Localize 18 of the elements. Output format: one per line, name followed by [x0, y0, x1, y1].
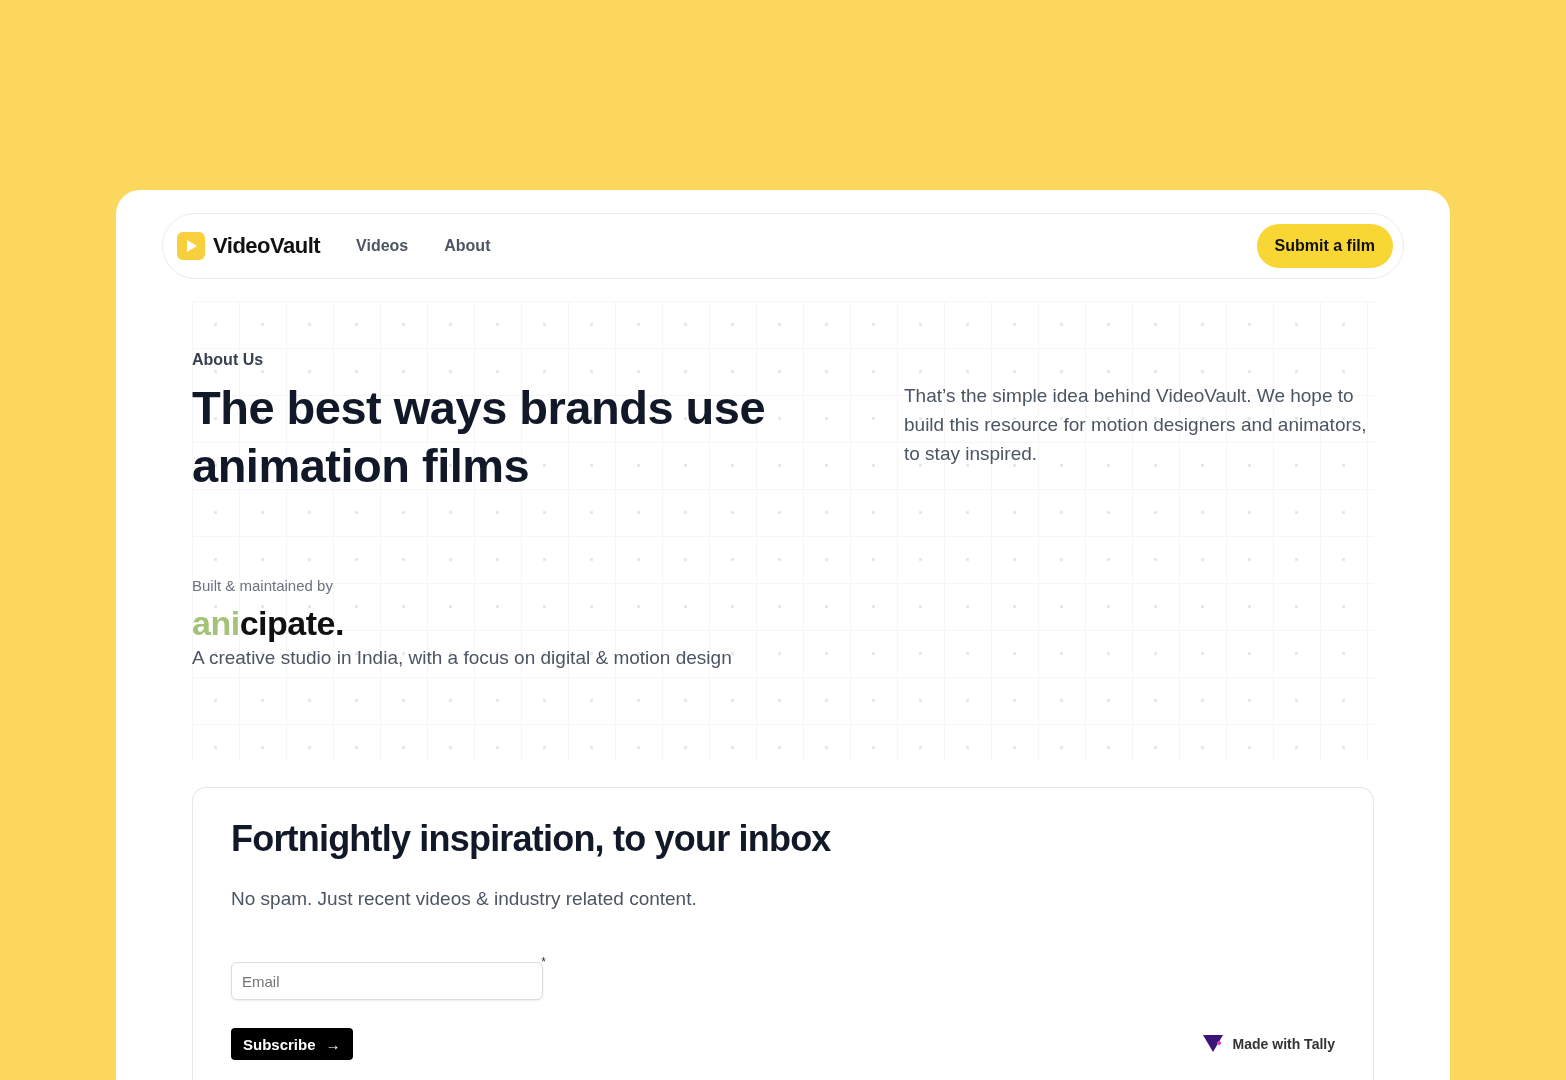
subscribe-button[interactable]: Subscribe →: [231, 1028, 353, 1060]
credits-label: Built & maintained by: [192, 577, 334, 594]
studio-tagline: A creative studio in India, with a focus on digital & motion design: [192, 647, 733, 669]
eyebrow-label: About Us: [192, 351, 265, 369]
brand-name[interactable]: VideoVault: [213, 233, 321, 259]
studio-logo: anicipate.: [192, 604, 345, 643]
email-field[interactable]: Email: [231, 962, 543, 1000]
tally-badge[interactable]: Made with Tally: [1232, 1036, 1335, 1052]
newsletter-subtitle: No spam. Just recent videos & industry related content.: [231, 888, 698, 910]
submit-button[interactable]: Submit a film: [1256, 224, 1393, 268]
required-mark: *: [541, 955, 546, 969]
nav-link[interactable]: About: [444, 237, 491, 255]
play-icon: [177, 232, 205, 260]
hero-description: That’s the simple idea behind VideoVault. We hope to build this resource for motion designers and animators, to stay inspired.: [904, 384, 1368, 466]
triangle-icon: [1202, 1035, 1225, 1053]
newsletter-title: Fortnightly inspiration, to your inbox: [231, 818, 832, 860]
hero-title: The best ways brands use animation films: [192, 380, 767, 494]
nav-link[interactable]: Videos: [356, 237, 409, 255]
